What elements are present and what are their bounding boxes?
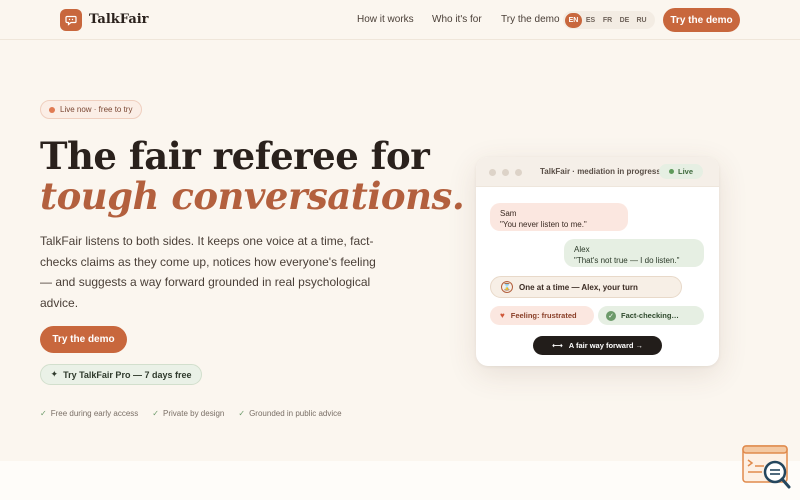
window-title: TalkFair · mediation in progress: [540, 167, 661, 176]
badge-label: Live now · free to try: [60, 105, 133, 114]
lang-es[interactable]: ES: [582, 13, 599, 28]
feeling-label: Feeling: frustrated: [510, 311, 577, 320]
fact-check-chip: ✓ Fact-checking…: [598, 306, 704, 325]
feeling-chip: ♥ Feeling: frustrated: [490, 306, 594, 325]
window-dot-icon: [489, 169, 496, 176]
feature-item: ✓ Private by design: [152, 409, 224, 418]
lang-de[interactable]: DE: [616, 13, 633, 28]
nav-try-demo-button[interactable]: Try the demo: [663, 8, 740, 32]
heart-icon: ♥: [500, 311, 505, 320]
way-forward-chip: ⟷ A fair way forward →: [533, 336, 662, 355]
feature-item: ✓ Grounded in public advice: [238, 409, 341, 418]
lang-ru[interactable]: RU: [633, 13, 650, 28]
live-label: Live: [677, 167, 693, 176]
check-icon: ✓: [40, 409, 47, 418]
message-text: "That's not true — I do listen.": [574, 256, 680, 265]
sender-name: Alex: [574, 245, 590, 254]
window-titlebar: TalkFair · mediation in progress Live: [476, 157, 719, 187]
message-text: "You never listen to me.": [500, 220, 587, 229]
live-badge: Live now · free to try: [40, 100, 143, 119]
feature-label: Private by design: [163, 409, 225, 418]
nav-link-who-its-for[interactable]: Who it's for: [432, 14, 482, 25]
forward-label: A fair way forward →: [568, 341, 644, 350]
lang-fr[interactable]: FR: [599, 13, 616, 28]
check-circle-icon: ✓: [606, 310, 616, 321]
brand-name[interactable]: TalkFair: [89, 12, 149, 27]
lang-en[interactable]: EN: [565, 12, 582, 28]
try-demo-button[interactable]: Try the demo: [40, 326, 127, 353]
live-dot-icon: [668, 169, 674, 174]
turn-label: One at a time — Alex, your turn: [519, 282, 638, 292]
nav-link-try-demo[interactable]: Try the demo: [501, 14, 560, 25]
inspect-widget-icon[interactable]: [742, 445, 792, 491]
live-dot-icon: [49, 106, 55, 113]
hero-title-line2: tough conversations.: [40, 174, 465, 218]
hero-description: TalkFair listens to both sides. It keeps…: [40, 234, 376, 310]
live-status-badge: Live: [659, 164, 703, 179]
check-icon: ✓: [238, 409, 246, 418]
pro-button-label: Try TalkFair Pro — 7 days free: [63, 369, 192, 380]
window-dot-icon: [515, 169, 522, 176]
feature-item: ✓ Free during early access: [40, 409, 138, 418]
feature-label: Grounded in public advice: [249, 409, 342, 418]
arrows-icon: ⟷: [551, 341, 563, 350]
window-dot-icon: [502, 169, 509, 176]
nav-link-how-it-works[interactable]: How it works: [357, 14, 414, 25]
mediation-preview-window: TalkFair · mediation in progress Live Sa…: [476, 157, 719, 366]
check-icon: ✓: [152, 409, 159, 418]
sender-name: Sam: [500, 209, 517, 218]
sparkle-icon: ✦: [50, 369, 59, 379]
language-switcher: EN ES FR DE RU: [563, 11, 655, 29]
hourglass-icon: ⌛: [501, 281, 513, 293]
fact-label: Fact-checking…: [621, 311, 679, 320]
turn-indicator: ⌛ One at a time — Alex, your turn: [490, 276, 682, 298]
feature-label: Free during early access: [50, 409, 139, 418]
chat-bubble-icon[interactable]: [60, 9, 82, 31]
top-nav: TalkFair How it works Who it's for Try t…: [0, 0, 800, 40]
next-section: [0, 461, 800, 500]
message-bubble-alex: Alex "That's not true — I do listen.": [564, 239, 704, 267]
feature-list: ✓ Free during early access ✓ Private by …: [40, 409, 342, 418]
try-pro-button[interactable]: ✦ Try TalkFair Pro — 7 days free: [40, 364, 202, 385]
message-bubble-sam: Sam "You never listen to me.": [490, 203, 628, 231]
